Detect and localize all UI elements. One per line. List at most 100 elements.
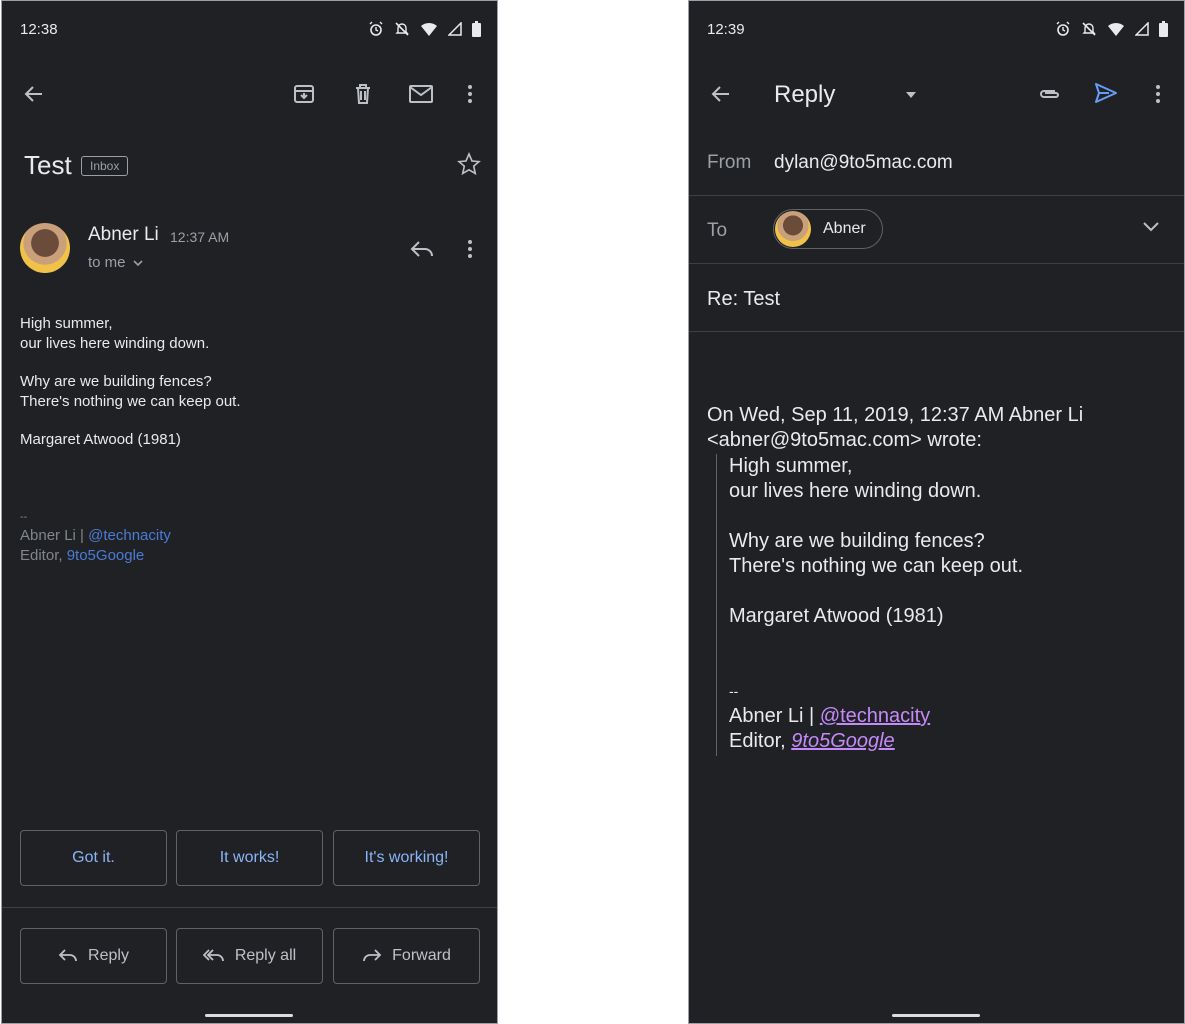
- gesture-nav-bar[interactable]: [205, 1014, 293, 1017]
- notifications-off-icon: [394, 21, 410, 37]
- reply-icon: [58, 948, 78, 964]
- quoted-line: Why are we building fences?: [729, 530, 985, 552]
- divider: [2, 907, 497, 908]
- compose-mode-label: Reply: [774, 81, 836, 108]
- divider: [689, 263, 1184, 264]
- body-line: High summer,: [20, 315, 113, 332]
- recipient-avatar: [775, 211, 811, 247]
- signal-icon: [448, 22, 462, 36]
- reply-button[interactable]: Reply: [20, 928, 167, 984]
- battery-icon: [1159, 21, 1168, 37]
- email-subject: Test: [24, 150, 72, 180]
- reply-label: Reply: [88, 947, 129, 964]
- quote-header-line: <abner@9to5mac.com> wrote:: [707, 429, 982, 451]
- reply-compose-screen: 12:39 Reply From dylan@9to5mac.com To Ab…: [688, 0, 1185, 1024]
- smart-reply-it-works[interactable]: It works!: [176, 830, 323, 886]
- body-line: Margaret Atwood (1981): [20, 431, 181, 448]
- quoted-spacer: [729, 504, 1023, 529]
- back-arrow-icon[interactable]: [709, 82, 733, 106]
- expand-recipients-icon[interactable]: [1142, 219, 1160, 233]
- recipient-details-toggle[interactable]: to me: [88, 254, 144, 271]
- quoted-line: our lives here winding down.: [729, 480, 982, 502]
- recipient-line: to me: [88, 254, 126, 271]
- status-icons: [368, 21, 481, 37]
- quoted-line: There's nothing we can keep out.: [729, 555, 1024, 577]
- wifi-icon: [1107, 21, 1125, 37]
- smart-reply-its-working[interactable]: It's working!: [333, 830, 480, 886]
- wifi-icon: [420, 21, 438, 37]
- back-arrow-icon[interactable]: [22, 82, 46, 106]
- smart-reply-got-it[interactable]: Got it.: [20, 830, 167, 886]
- signal-icon: [1135, 22, 1149, 36]
- reply-icon[interactable]: [409, 237, 435, 261]
- to-label: To: [707, 220, 728, 241]
- sender-avatar[interactable]: [20, 223, 70, 273]
- from-label: From: [707, 152, 752, 173]
- twitter-handle-link[interactable]: @technacity: [88, 527, 171, 544]
- email-body: High summer, our lives here winding down…: [20, 314, 241, 450]
- body-line: There's nothing we can keep out.: [20, 392, 241, 410]
- signature-role: Editor,: [729, 730, 792, 752]
- body-line: our lives here winding down.: [20, 334, 210, 352]
- notifications-off-icon: [1081, 21, 1097, 37]
- sent-time: 12:37 AM: [170, 229, 230, 245]
- status-bar: 12:38: [2, 1, 497, 59]
- quote-header-line: On Wed, Sep 11, 2019, 12:37 AM Abner Li: [707, 404, 1084, 426]
- recipient-name: Abner: [823, 220, 866, 237]
- star-icon[interactable]: [457, 152, 481, 176]
- compose-mode-dropdown[interactable]: Reply: [774, 81, 917, 109]
- quoted-message[interactable]: High summer, our lives here winding down…: [729, 454, 1023, 754]
- send-icon[interactable]: [1093, 80, 1119, 106]
- signature-dashes: --: [729, 683, 739, 699]
- more-vert-icon[interactable]: [466, 82, 474, 106]
- body-line: Why are we building fences?: [20, 373, 212, 390]
- quoted-spacer: [729, 579, 1023, 604]
- divider: [689, 331, 1184, 332]
- status-time: 12:39: [707, 21, 745, 38]
- smart-reply-label: Got it.: [72, 849, 115, 866]
- divider: [689, 195, 1184, 196]
- message-more-vert-icon[interactable]: [466, 237, 474, 261]
- signature-role: Editor,: [20, 547, 67, 564]
- dropdown-arrow-icon: [905, 91, 917, 99]
- signature-dashes: --: [20, 511, 28, 523]
- status-time: 12:38: [20, 21, 58, 38]
- signature-name: Abner Li |: [20, 527, 89, 544]
- delete-icon[interactable]: [351, 82, 375, 106]
- reply-all-button[interactable]: Reply all: [176, 928, 323, 984]
- twitter-handle-link[interactable]: @technacity: [820, 705, 930, 727]
- signature-name: Abner Li |: [729, 705, 820, 727]
- email-signature: -- Abner Li | @technacity Editor, 9to5Go…: [20, 508, 171, 566]
- smart-reply-label: It's working!: [364, 849, 449, 866]
- forward-button[interactable]: Forward: [333, 928, 480, 984]
- status-bar: 12:39: [689, 1, 1184, 59]
- recipient-chip[interactable]: Abner: [773, 209, 883, 249]
- reply-all-label: Reply all: [234, 947, 297, 964]
- gesture-nav-bar[interactable]: [892, 1014, 980, 1017]
- battery-icon: [472, 21, 481, 37]
- attach-icon[interactable]: [1036, 82, 1062, 106]
- mark-unread-icon[interactable]: [408, 82, 434, 106]
- forward-label: Forward: [392, 947, 451, 964]
- more-vert-icon[interactable]: [1154, 82, 1162, 106]
- quote-bar: [716, 454, 717, 756]
- quote-header: On Wed, Sep 11, 2019, 12:37 AM Abner Li …: [707, 403, 1083, 453]
- quoted-line: High summer,: [729, 455, 853, 477]
- subject-field[interactable]: Re: Test: [707, 288, 780, 311]
- quoted-line: Margaret Atwood (1981): [729, 605, 944, 627]
- archive-icon[interactable]: [292, 82, 316, 106]
- chevron-down-icon: [132, 258, 144, 268]
- smart-reply-label: It works!: [219, 849, 280, 866]
- status-icons: [1055, 21, 1168, 37]
- forward-icon: [362, 948, 382, 964]
- site-link[interactable]: 9to5Google: [791, 730, 894, 752]
- site-link[interactable]: 9to5Google: [67, 547, 145, 564]
- from-field[interactable]: dylan@9to5mac.com: [774, 152, 953, 174]
- alarm-icon: [368, 21, 384, 37]
- quoted-spacer: [729, 629, 1023, 679]
- alarm-icon: [1055, 21, 1071, 37]
- reply-all-icon: [202, 948, 225, 964]
- sender-name: Abner Li: [88, 224, 159, 245]
- inbox-label-badge[interactable]: Inbox: [81, 156, 129, 176]
- email-view-screen: 12:38 Test Inbox Abner Li 12:37 AM to me…: [1, 0, 498, 1024]
